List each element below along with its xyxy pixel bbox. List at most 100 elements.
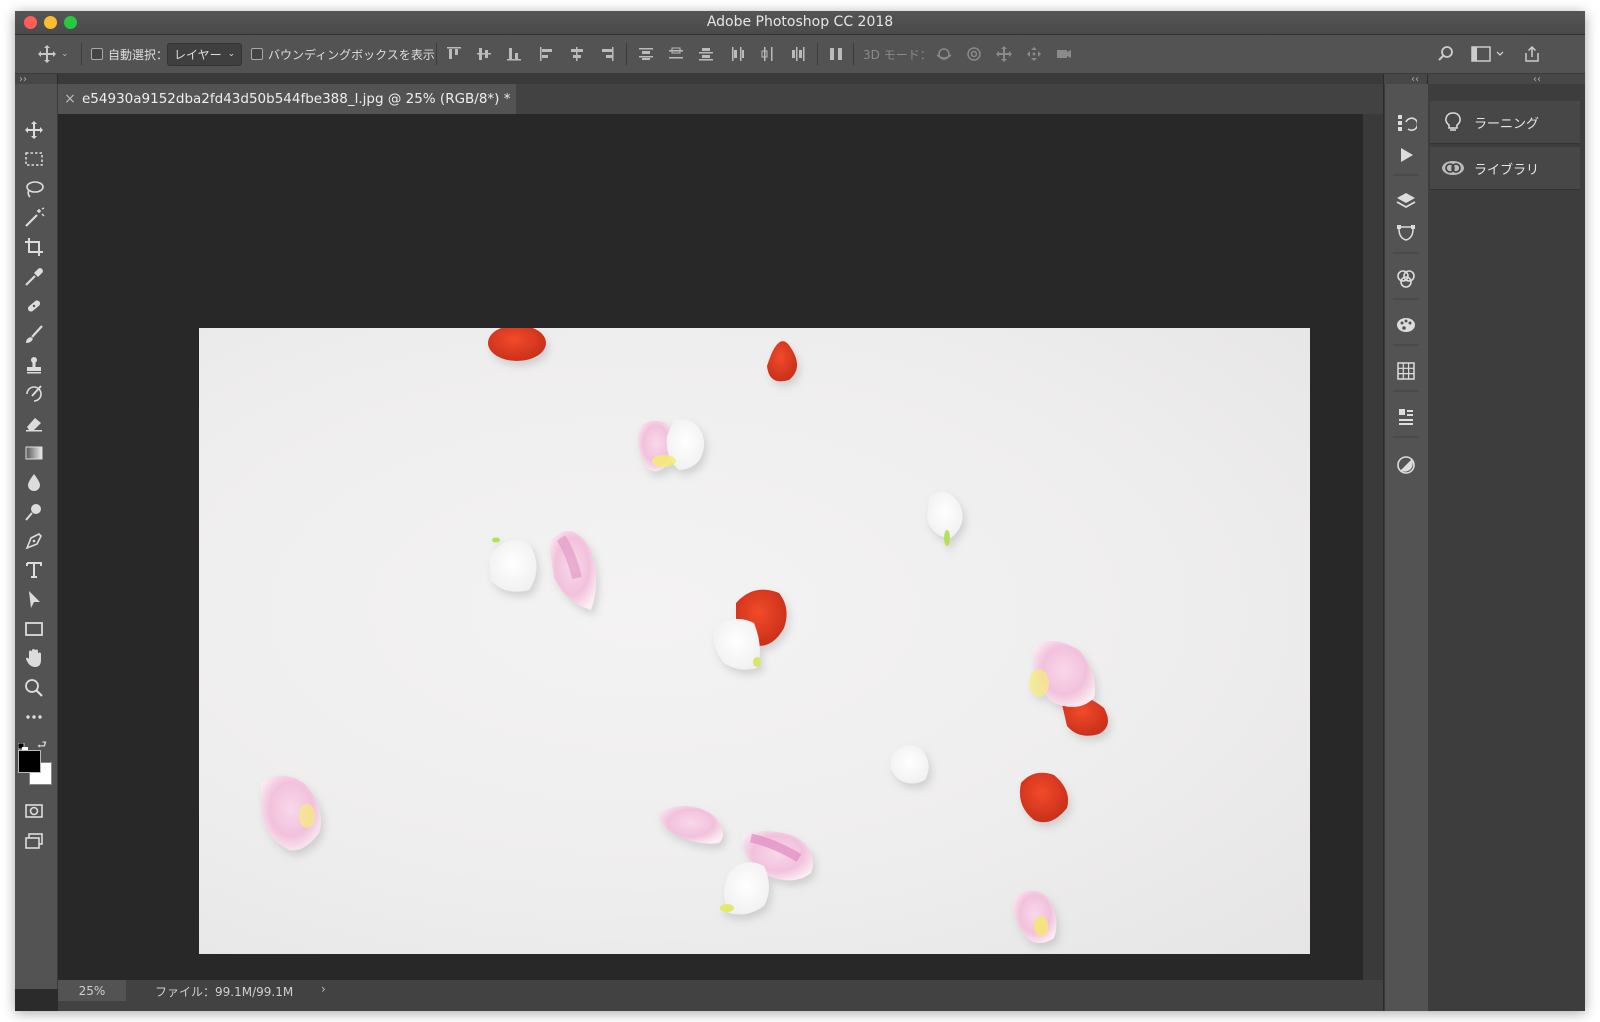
learn-panel-label: ラーニング [1474, 116, 1540, 132]
panel-icon-column [1384, 84, 1429, 1011]
divider [1393, 298, 1419, 300]
align-horizontal-center-icon[interactable] [568, 45, 586, 63]
divider [1393, 390, 1419, 392]
swatches-palette-icon[interactable] [1395, 314, 1417, 336]
eyedropper-icon[interactable] [23, 266, 47, 288]
auto-select-checkbox[interactable]: 自動選択： [91, 35, 168, 73]
dodge-icon[interactable] [23, 501, 47, 523]
path-selection-icon[interactable] [23, 589, 47, 611]
brush-icon[interactable] [23, 324, 47, 346]
checkbox-box[interactable] [251, 48, 263, 60]
distribute-vertical-center-icon[interactable] [667, 45, 685, 63]
document-image[interactable] [199, 325, 1310, 954]
cc-libraries-icon [1440, 157, 1466, 179]
icon-column-header[interactable] [1384, 74, 1427, 84]
search-icon[interactable] [1437, 45, 1455, 63]
crop-icon[interactable] [23, 236, 47, 258]
checkbox-box[interactable] [91, 48, 103, 60]
3d-orbit-icon[interactable] [935, 45, 953, 63]
rectangular-marquee-icon[interactable] [23, 148, 47, 170]
spot-healing-brush-icon[interactable] [23, 295, 47, 317]
file-size-info[interactable]: ファイル：99.1M/99.1M [155, 983, 293, 1000]
canvas-area[interactable] [58, 114, 1363, 980]
bounding-box-label: バウンディングボックスを表示 [268, 47, 435, 62]
mode-3d-label: 3D モード： [863, 47, 932, 62]
chevron-down-icon: ⌄ [61, 49, 69, 59]
distribute-right-icon[interactable] [789, 45, 807, 63]
move-tool-preset[interactable]: ⌄ [37, 35, 69, 73]
channels-panel-icon[interactable] [1395, 268, 1417, 290]
properties-panel-icon[interactable] [1395, 406, 1417, 428]
foreground-color-swatch[interactable] [18, 750, 41, 773]
type-icon[interactable] [23, 559, 47, 581]
lasso-icon[interactable] [23, 178, 47, 200]
gradient-icon[interactable] [23, 442, 47, 464]
divider [1393, 252, 1419, 254]
pen-icon[interactable] [23, 530, 47, 552]
vertical-scrollbar[interactable] [1363, 114, 1383, 980]
document-tab[interactable]: × e54930a9152dba2fd43d50b544fbe388_l.jpg… [58, 84, 516, 114]
libraries-panel-button[interactable]: ライブラリ [1430, 147, 1580, 190]
zoom-level-field[interactable]: 25% [58, 980, 126, 1001]
distribute-bottom-icon[interactable] [697, 45, 715, 63]
adjustments-panel-icon[interactable] [1395, 454, 1417, 476]
align-bottom-icon[interactable] [505, 45, 523, 63]
history-panel-icon[interactable] [1395, 112, 1419, 134]
magic-wand-icon[interactable] [23, 207, 47, 229]
distribute-left-icon[interactable] [729, 45, 747, 63]
photoshop-window: Adobe Photoshop CC 2018 ⌄ 自動選択： レイヤー ⌄ バ… [15, 11, 1585, 1011]
options-bar: ⌄ 自動選択： レイヤー ⌄ バウンディングボックスを表示 3D モード： [15, 35, 1585, 74]
actions-play-icon[interactable] [1395, 144, 1417, 166]
clone-stamp-icon[interactable] [23, 354, 47, 376]
3d-slide-icon[interactable] [1025, 45, 1043, 63]
3d-camera-icon[interactable] [1055, 45, 1073, 63]
collapsed-panels-dock: ラーニング ライブラリ [1428, 84, 1585, 1011]
layers-panel-icon[interactable] [1395, 190, 1417, 212]
more-tools-icon[interactable] [23, 706, 47, 728]
divider [436, 43, 437, 65]
rectangle-shape-icon[interactable] [23, 618, 47, 640]
move-tool-icon[interactable] [23, 119, 47, 141]
align-top-icon[interactable] [445, 45, 463, 63]
status-bar: 25% ファイル：99.1M/99.1M › [58, 980, 1383, 1011]
auto-select-label: 自動選択： [108, 47, 169, 62]
chevron-down-icon: ⌄ [227, 49, 236, 59]
align-right-icon[interactable] [598, 45, 616, 63]
zoom-icon[interactable] [23, 677, 47, 699]
grid-panel-icon[interactable] [1395, 360, 1417, 382]
lightbulb-icon [1440, 111, 1466, 133]
align-vertical-center-icon[interactable] [475, 45, 493, 63]
divider [626, 43, 627, 65]
blur-icon[interactable] [23, 471, 47, 493]
flower-petals-photo [261, 325, 1108, 943]
bounding-box-checkbox[interactable]: バウンディングボックスを表示 [251, 35, 435, 73]
window-title: Adobe Photoshop CC 2018 [706, 14, 894, 30]
divider [1393, 174, 1419, 176]
learn-panel-button[interactable]: ラーニング [1430, 101, 1580, 144]
tools-panel: ⮐ [15, 84, 58, 989]
divider [1393, 436, 1419, 438]
workspace-switcher[interactable] [1471, 45, 1505, 63]
hand-icon[interactable] [23, 647, 47, 669]
quick-mask-icon[interactable] [23, 800, 47, 822]
3d-pan-icon[interactable] [995, 45, 1013, 63]
auto-align-layers-icon[interactable] [827, 45, 845, 63]
distribute-top-icon[interactable] [637, 45, 655, 63]
history-brush-icon[interactable] [23, 383, 47, 405]
share-icon[interactable] [1523, 45, 1541, 63]
screen-mode-icon[interactable] [23, 830, 47, 852]
paths-panel-icon[interactable] [1395, 222, 1417, 244]
eraser-icon[interactable] [23, 412, 47, 434]
auto-select-select[interactable]: レイヤー ⌄ [167, 42, 243, 66]
title-bar: Adobe Photoshop CC 2018 [15, 11, 1585, 35]
panel-dock-header[interactable] [1428, 74, 1585, 84]
distribute-horizontal-center-icon[interactable] [759, 45, 777, 63]
align-left-icon[interactable] [538, 45, 556, 63]
auto-select-dropdown[interactable]: レイヤー ⌄ [167, 35, 243, 73]
libraries-panel-label: ライブラリ [1474, 162, 1540, 178]
auto-select-value: レイヤー [174, 47, 222, 62]
default-colors-icon[interactable] [17, 738, 28, 753]
close-tab-icon[interactable]: × [58, 91, 82, 107]
status-menu-arrow[interactable]: › [321, 982, 326, 996]
3d-roll-icon[interactable] [965, 45, 983, 63]
